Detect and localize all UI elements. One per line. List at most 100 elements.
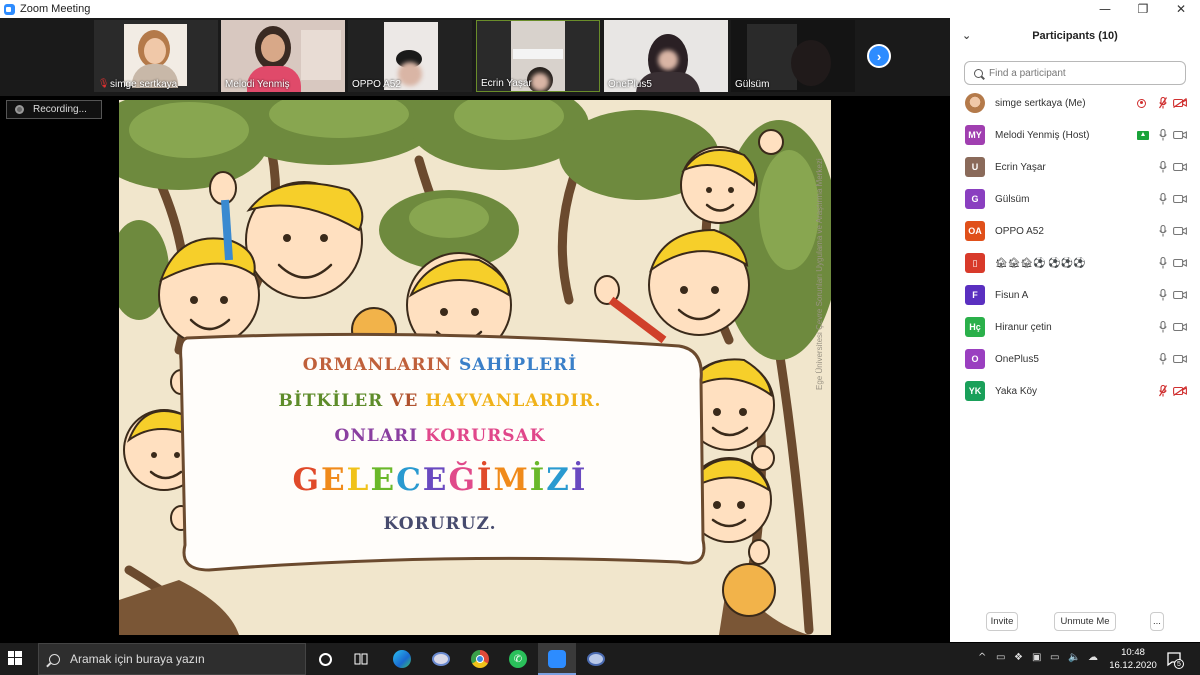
mic-icon[interactable]	[1159, 257, 1167, 269]
display-icon[interactable]: ▭	[1050, 652, 1059, 663]
slide-line-3: ONLARI KORURSAK	[185, 426, 695, 446]
video-tile[interactable]: OPPO A52	[348, 20, 472, 92]
participant-name: 🏚🏚🏚⚽ ⚽⚽⚽	[995, 257, 1086, 269]
video-camera-icon[interactable]	[1173, 354, 1187, 364]
participant-row[interactable]: O OnePlus5	[950, 343, 1200, 375]
clock-date: 16.12.2020	[1109, 660, 1157, 671]
unmute-me-button[interactable]: Unmute Me	[1054, 612, 1116, 631]
notification-center-icon[interactable]: 5	[1166, 651, 1184, 669]
more-options-button[interactable]: ...	[1150, 612, 1164, 631]
recording-icon	[15, 105, 24, 114]
participants-title: Participants (10)	[1032, 30, 1118, 42]
invite-button[interactable]: Invite	[986, 612, 1018, 631]
video-off-icon[interactable]	[1173, 98, 1187, 108]
slide-text-segment: İ	[529, 462, 547, 498]
mic-icon[interactable]	[1159, 161, 1167, 173]
muted-mic-icon[interactable]	[1159, 385, 1167, 397]
cortana-icon[interactable]	[315, 649, 335, 669]
search-input[interactable]	[989, 67, 1179, 79]
cloud-icon[interactable]: ☁	[1088, 652, 1098, 663]
participant-search[interactable]	[964, 61, 1186, 85]
chrome-icon[interactable]	[470, 649, 490, 669]
video-tile[interactable]: OnePlus5	[604, 20, 728, 92]
muted-mic-icon: 🎙	[98, 78, 110, 88]
slide-line-4: GELECEĞİMİZİ	[185, 462, 695, 498]
mic-icon[interactable]	[1159, 193, 1167, 205]
video-tile[interactable]: Melodi Yenmiş	[221, 20, 345, 92]
slide-text-segment: KORURSAK	[425, 426, 546, 446]
participant-name: Ecrin Yaşar	[995, 161, 1046, 173]
avatar: OA	[965, 221, 985, 241]
windows-start-icon[interactable]	[8, 651, 22, 665]
mic-icon[interactable]	[1159, 321, 1167, 333]
chevron-down-icon[interactable]: ⌄	[962, 29, 971, 42]
participant-row[interactable]: simge sertkaya (Me)	[950, 87, 1200, 119]
participant-row[interactable]: OA OPPO A52	[950, 215, 1200, 247]
slide-text-segment: Ğ	[448, 462, 477, 498]
zoom-taskbar-button[interactable]	[538, 643, 576, 675]
participants-panel: ⌄ Participants (10) simge sertkaya (Me) M…	[950, 18, 1200, 642]
slide-text-segment: ONLARI	[334, 426, 426, 446]
slide-text-segment: M	[493, 462, 530, 498]
avatar: ▯	[965, 253, 985, 273]
mic-icon[interactable]	[1159, 289, 1167, 301]
participant-name: Fisun A	[995, 289, 1029, 301]
participants-footer: Invite Unmute Me ...	[950, 612, 1200, 636]
video-camera-icon[interactable]	[1173, 322, 1187, 332]
window-controls: — ❐ ✕	[1086, 0, 1200, 18]
paint-icon[interactable]	[431, 649, 451, 669]
video-camera-icon[interactable]	[1173, 162, 1187, 172]
maximize-button[interactable]: ❐	[1124, 0, 1162, 18]
video-camera-icon[interactable]	[1173, 130, 1187, 140]
video-camera-icon[interactable]	[1173, 290, 1187, 300]
participant-name: OPPO A52	[995, 225, 1044, 237]
participant-row[interactable]: ▯ 🏚🏚🏚⚽ ⚽⚽⚽	[950, 247, 1200, 279]
recording-indicator[interactable]: Recording...	[6, 100, 102, 119]
muted-mic-icon[interactable]	[1159, 97, 1167, 109]
edge-browser-icon[interactable]	[392, 649, 412, 669]
video-camera-icon[interactable]	[1173, 194, 1187, 204]
volume-icon[interactable]: 🔈	[1068, 652, 1080, 663]
avatar	[965, 93, 985, 113]
minimize-button[interactable]: —	[1086, 0, 1124, 18]
network-icon[interactable]: ▭	[996, 652, 1005, 663]
video-tile[interactable]: Ecrin Yaşar	[476, 20, 600, 92]
mic-icon[interactable]	[1159, 353, 1167, 365]
participant-row[interactable]: F Fisun A	[950, 279, 1200, 311]
video-camera-icon[interactable]	[1173, 226, 1187, 236]
taskbar-search[interactable]: Aramak için buraya yazın	[38, 643, 306, 675]
mic-icon[interactable]	[1159, 225, 1167, 237]
recording-icon	[1137, 98, 1146, 108]
video-camera-icon[interactable]	[1173, 258, 1187, 268]
avatar: O	[965, 349, 985, 369]
device-icon[interactable]: ▣	[1032, 652, 1041, 663]
zoom-app-icon	[4, 3, 15, 15]
recording-label: Recording...	[33, 104, 87, 115]
participant-row[interactable]: YK Yaka Köy	[950, 375, 1200, 407]
whatsapp-icon[interactable]: ✆	[508, 649, 528, 669]
task-view-icon[interactable]	[352, 649, 372, 669]
slide-line-5: KORURUZ.	[383, 514, 497, 534]
taskbar-clock[interactable]: 10:48 16.12.2020	[1108, 646, 1158, 672]
participant-row[interactable]: U Ecrin Yaşar	[950, 151, 1200, 183]
show-hidden-icons[interactable]: ^	[978, 652, 986, 663]
video-tile[interactable]: 🎙 simge sertkaya	[94, 20, 218, 92]
video-off-icon[interactable]	[1173, 386, 1187, 396]
slide-text-segment: G	[292, 462, 322, 498]
next-page-button[interactable]: ›	[867, 44, 891, 68]
participant-row[interactable]: MY Melodi Yenmiş (Host)	[950, 119, 1200, 151]
notification-count: 5	[1174, 659, 1184, 669]
participant-row[interactable]: Hç Hiranur çetin	[950, 311, 1200, 343]
video-tile[interactable]: Gülsüm	[731, 20, 855, 92]
screen-share-icon	[1137, 130, 1149, 140]
paint-3d-icon[interactable]	[586, 649, 606, 669]
dropbox-icon[interactable]: ❖	[1014, 652, 1023, 663]
slide-text-segment: E	[370, 462, 397, 498]
close-button[interactable]: ✕	[1162, 0, 1200, 18]
participants-header: ⌄ Participants (10)	[950, 18, 1200, 54]
chevron-right-icon: ›	[876, 48, 882, 64]
tile-name: simge sertkaya	[110, 79, 178, 90]
mic-icon[interactable]	[1159, 129, 1167, 141]
zoom-window: Zoom Meeting — ❐ ✕ 🎙 simge sertkaya Melo…	[0, 0, 1200, 642]
participant-row[interactable]: G Gülsüm	[950, 183, 1200, 215]
